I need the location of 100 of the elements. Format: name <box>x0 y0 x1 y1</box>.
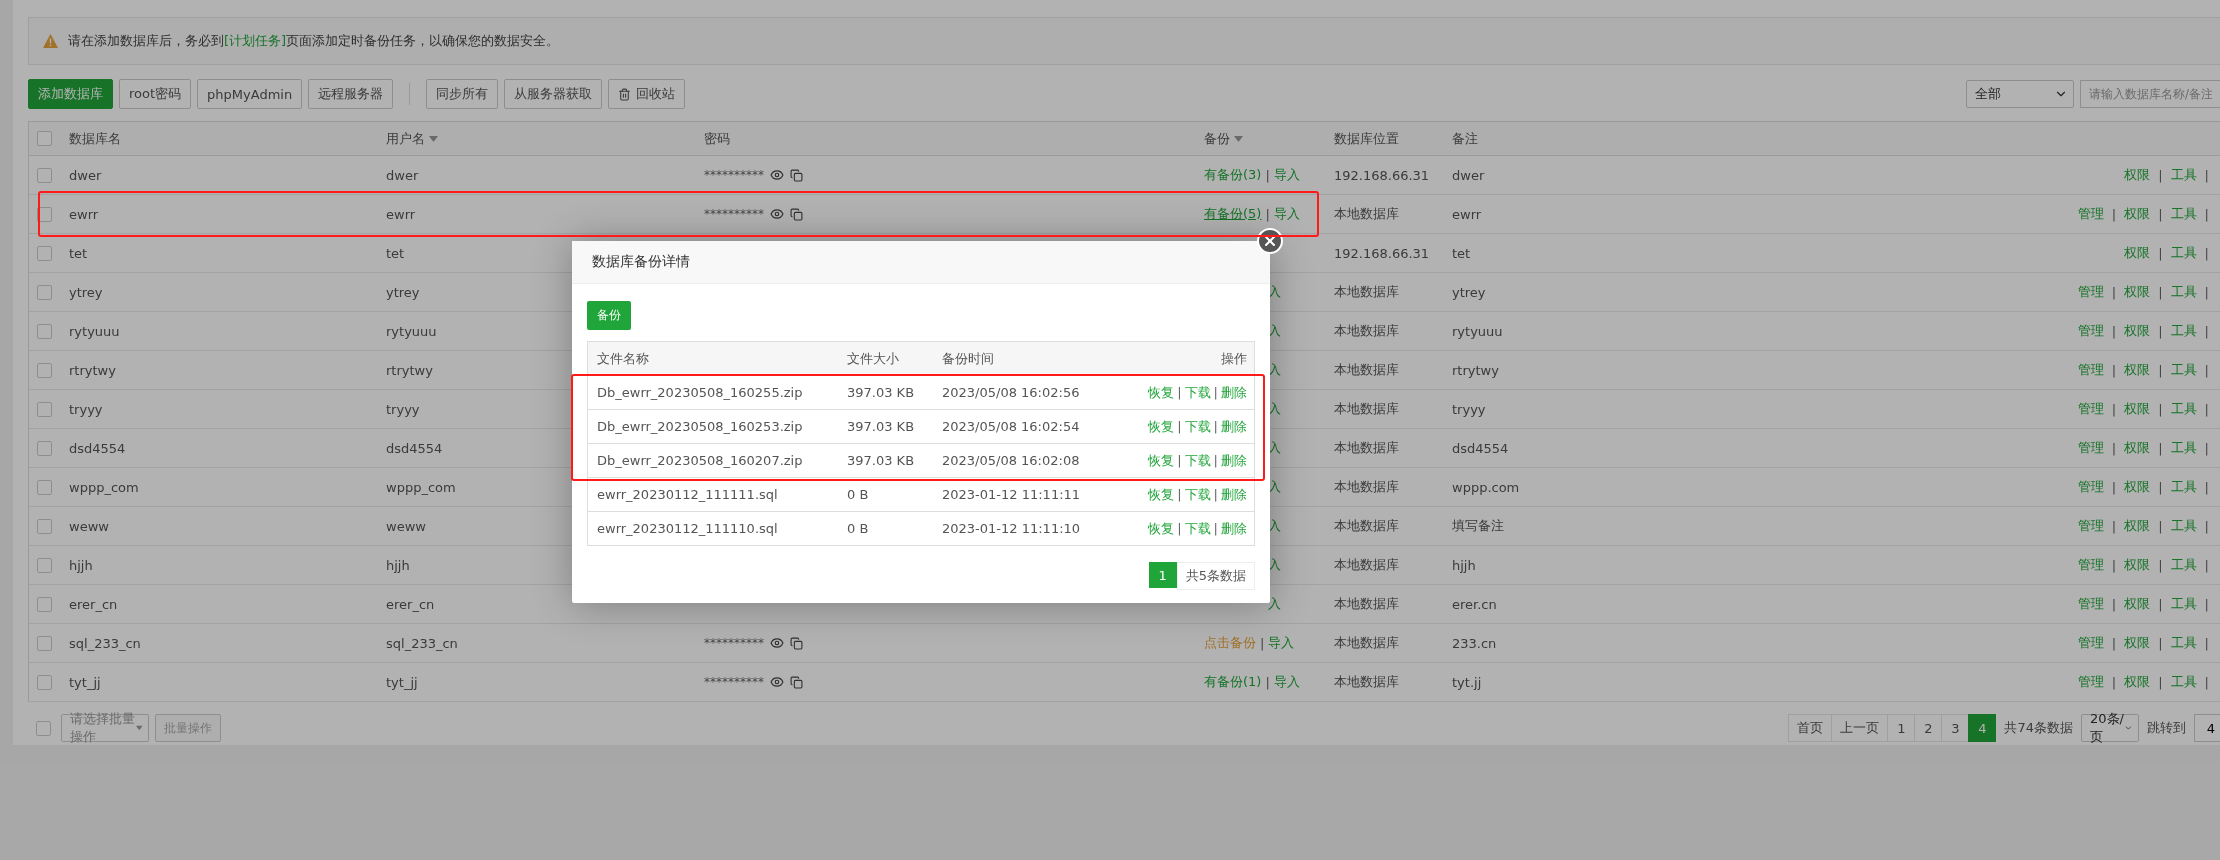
action-link[interactable]: 权限 <box>2124 439 2151 457</box>
file-action-link[interactable]: 恢复 <box>1148 451 1175 470</box>
row-checkbox[interactable] <box>37 167 52 183</box>
copy-icon[interactable] <box>790 168 803 182</box>
action-link[interactable]: 工具 <box>2170 595 2197 613</box>
schedule-link[interactable]: [计划任务] <box>224 33 287 48</box>
action-link[interactable]: 管理 <box>2077 283 2104 301</box>
action-link[interactable]: 权限 <box>2124 283 2151 301</box>
file-action-link[interactable]: 下载 <box>1184 519 1211 538</box>
file-action-link[interactable]: 删除 <box>1221 383 1247 402</box>
sort-caret-icon[interactable] <box>1234 135 1243 142</box>
action-link[interactable]: 工具 <box>2170 634 2197 652</box>
action-link[interactable]: 工具 <box>2170 244 2197 262</box>
row-checkbox[interactable] <box>37 245 52 261</box>
row-checkbox[interactable] <box>37 557 52 573</box>
action-link[interactable]: 工具 <box>2170 478 2197 496</box>
file-action-link[interactable]: 下载 <box>1184 417 1211 436</box>
page-size-select[interactable]: 20条/页 <box>2081 714 2139 742</box>
toolbar-button[interactable]: 远程服务器 <box>308 79 394 109</box>
import-link[interactable]: 导入 <box>1273 673 1300 691</box>
import-link[interactable]: 入 <box>1268 595 1281 613</box>
row-checkbox[interactable] <box>37 596 52 612</box>
page-button[interactable]: 3 <box>1941 714 1970 742</box>
action-link[interactable]: 工具 <box>2170 205 2197 223</box>
action-link[interactable]: 权限 <box>2124 556 2151 574</box>
action-link[interactable]: 权限 <box>2124 205 2151 223</box>
page-button[interactable]: 1 <box>1887 714 1916 742</box>
page-button[interactable]: 1 <box>1148 562 1177 588</box>
page-button[interactable]: 4 <box>1968 714 1997 742</box>
copy-icon[interactable] <box>790 636 803 650</box>
action-link[interactable]: 管理 <box>2077 478 2104 496</box>
row-checkbox[interactable] <box>37 440 52 456</box>
backup-link[interactable]: 有备份(5) <box>1204 205 1262 223</box>
search-field[interactable]: 请输入数据库名称/备注 <box>2080 80 2220 108</box>
action-link[interactable]: 权限 <box>2124 478 2151 496</box>
file-action-link[interactable]: 删除 <box>1221 451 1247 470</box>
row-checkbox[interactable] <box>37 479 52 495</box>
action-link[interactable]: 权限 <box>2124 595 2151 613</box>
action-link[interactable]: 管理 <box>2077 634 2104 652</box>
file-action-link[interactable]: 下载 <box>1184 485 1211 504</box>
action-link[interactable]: 管理 <box>2077 322 2104 340</box>
file-action-link[interactable]: 恢复 <box>1148 417 1175 436</box>
copy-icon[interactable] <box>790 207 803 221</box>
add-database-button[interactable]: 添加数据库 <box>28 79 113 109</box>
filter-select[interactable]: 全部 <box>1966 80 2074 108</box>
file-action-link[interactable]: 下载 <box>1184 383 1211 402</box>
import-link[interactable]: 导入 <box>1273 166 1300 184</box>
action-link[interactable]: 工具 <box>2170 556 2197 574</box>
action-link[interactable]: 管理 <box>2077 595 2104 613</box>
action-link[interactable]: 工具 <box>2170 517 2197 535</box>
backup-link[interactable]: 有备份(3) <box>1204 166 1262 184</box>
action-link[interactable]: 权限 <box>2124 673 2151 691</box>
action-link[interactable]: 工具 <box>2170 283 2197 301</box>
action-link[interactable]: 工具 <box>2170 361 2197 379</box>
import-link[interactable]: 导入 <box>1268 634 1295 652</box>
file-action-link[interactable]: 删除 <box>1221 417 1247 436</box>
file-action-link[interactable]: 删除 <box>1221 485 1247 504</box>
action-link[interactable]: 管理 <box>2077 205 2104 223</box>
action-link[interactable]: 权限 <box>2124 517 2151 535</box>
page-button[interactable]: 2 <box>1914 714 1943 742</box>
action-link[interactable]: 权限 <box>2124 322 2151 340</box>
toolbar-button[interactable]: phpMyAdmin <box>197 79 303 109</box>
action-link[interactable]: 权限 <box>2124 166 2151 184</box>
action-link[interactable]: 管理 <box>2077 400 2104 418</box>
backup-link[interactable]: 点击备份 <box>1204 634 1256 652</box>
eye-icon[interactable] <box>770 636 784 650</box>
row-checkbox[interactable] <box>37 323 52 339</box>
row-checkbox[interactable] <box>37 401 52 417</box>
action-link[interactable]: 权限 <box>2124 244 2151 262</box>
action-link[interactable]: 权限 <box>2124 400 2151 418</box>
action-link[interactable]: 工具 <box>2170 400 2197 418</box>
toolbar-button[interactable]: 从服务器获取 <box>504 79 603 109</box>
row-checkbox[interactable] <box>37 362 52 378</box>
jump-field[interactable]: 4 <box>2194 714 2220 742</box>
eye-icon[interactable] <box>770 168 784 182</box>
action-link[interactable]: 管理 <box>2077 361 2104 379</box>
action-link[interactable]: 管理 <box>2077 439 2104 457</box>
action-link[interactable]: 权限 <box>2124 634 2151 652</box>
action-link[interactable]: 管理 <box>2077 673 2104 691</box>
action-link[interactable]: 工具 <box>2170 166 2197 184</box>
row-checkbox[interactable] <box>37 284 52 300</box>
toolbar-button[interactable]: root密码 <box>119 79 192 109</box>
row-checkbox[interactable] <box>37 674 52 690</box>
copy-icon[interactable] <box>790 675 803 689</box>
eye-icon[interactable] <box>770 207 784 221</box>
eye-icon[interactable] <box>770 675 784 689</box>
action-link[interactable]: 工具 <box>2170 322 2197 340</box>
backup-link[interactable]: 有备份(1) <box>1204 673 1262 691</box>
file-action-link[interactable]: 恢复 <box>1148 519 1175 538</box>
sort-caret-icon[interactable] <box>429 135 438 142</box>
import-link[interactable]: 导入 <box>1273 205 1300 223</box>
file-action-link[interactable]: 恢复 <box>1148 485 1175 504</box>
page-button[interactable]: 上一页 <box>1831 714 1889 742</box>
batch-checkbox[interactable] <box>36 720 51 736</box>
select-all-checkbox[interactable] <box>37 131 52 146</box>
file-action-link[interactable]: 下载 <box>1184 451 1211 470</box>
file-action-link[interactable]: 删除 <box>1221 519 1247 538</box>
action-link[interactable]: 管理 <box>2077 556 2104 574</box>
action-link[interactable]: 权限 <box>2124 361 2151 379</box>
page-button[interactable]: 首页 <box>1788 714 1833 742</box>
